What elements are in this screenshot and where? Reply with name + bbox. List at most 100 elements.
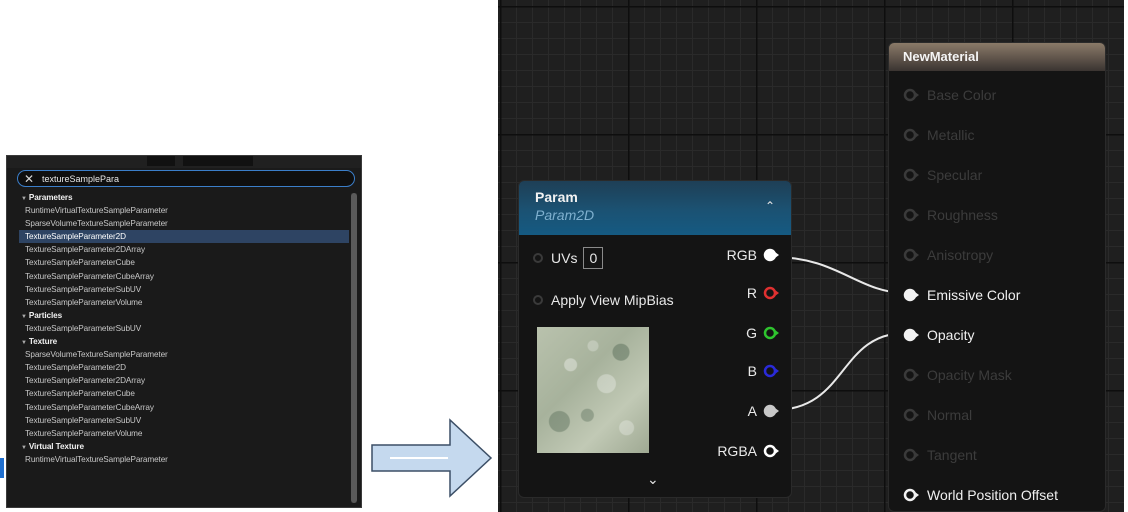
input-pin-icon[interactable] [903, 168, 921, 182]
material-input-emissive-color[interactable]: Emissive Color [903, 287, 1020, 303]
material-input-specular[interactable]: Specular [903, 167, 982, 183]
apply-mip-input-row: Apply View MipBias [533, 292, 674, 308]
collapse-chevron-icon[interactable]: ⌃ [765, 199, 775, 213]
material-input-world-position-offset[interactable]: World Position Offset [903, 487, 1058, 503]
material-input-base-color[interactable]: Base Color [903, 87, 996, 103]
uvs-value-field[interactable]: 0 [583, 247, 604, 269]
list-item[interactable]: TextureSampleParameterSubUV [19, 414, 349, 427]
output-pin-icon[interactable] [763, 404, 779, 418]
texture-param-node[interactable]: Param Param2D ⌃ UVs 0 Apply View MipBias… [518, 180, 792, 498]
list-item-label: TextureSampleParameterVolume [25, 428, 143, 438]
uvs-pin-icon[interactable] [533, 253, 543, 263]
material-input-opacity[interactable]: Opacity [903, 327, 974, 343]
category-expand-icon[interactable]: ▼ [21, 445, 27, 451]
output-pin-icon[interactable] [763, 444, 779, 458]
viewport-blue-marker [0, 458, 4, 478]
material-input-label: Anisotropy [927, 247, 994, 263]
input-pin-icon[interactable] [903, 488, 921, 502]
input-pin-icon[interactable] [903, 328, 921, 342]
list-category-header[interactable]: ▼ Parameters [19, 191, 349, 204]
material-input-label: Specular [927, 167, 983, 183]
list-item[interactable]: TextureSampleParameter2DArray [19, 243, 349, 256]
material-input-label: Normal [927, 407, 973, 423]
input-pin-icon[interactable] [903, 408, 921, 422]
material-input-label: Opacity Mask [927, 367, 1012, 383]
apply-mip-label: Apply View MipBias [551, 292, 674, 308]
clear-search-icon[interactable]: ✕ [24, 173, 36, 185]
list-item[interactable]: TextureSampleParameterCube [19, 256, 349, 269]
material-input-normal[interactable]: Normal [903, 407, 972, 423]
input-pin-icon[interactable] [903, 368, 921, 382]
material-result-node[interactable]: NewMaterial Base Color Metallic Specular Ro… [888, 42, 1106, 512]
list-item-label: TextureSampleParameterCube [25, 389, 135, 399]
input-pin-icon[interactable] [903, 88, 921, 102]
param-node-header[interactable]: Param Param2D ⌃ [519, 181, 791, 235]
list-item-label: SparseVolumeTextureSampleParameter [25, 350, 168, 360]
texture-preview-thumbnail [537, 327, 649, 453]
wire-a-to-opacity [773, 332, 907, 411]
list-item-label: Virtual Texture [28, 441, 84, 451]
material-input-label: Emissive Color [927, 287, 1021, 303]
list-item-label: SparseVolumeTextureSampleParameter [25, 219, 168, 229]
list-item[interactable]: TextureSampleParameterCubeArray [19, 270, 349, 283]
input-pin-icon[interactable] [903, 128, 921, 142]
output-pin-label: A [747, 403, 757, 419]
material-input-tangent[interactable]: Tangent [903, 447, 977, 463]
list-item[interactable]: TextureSampleParameterVolume [19, 427, 349, 440]
category-expand-icon[interactable]: ▼ [21, 314, 27, 320]
list-item[interactable]: TextureSampleParameterVolume [19, 296, 349, 309]
list-category-header[interactable]: ▼ Virtual Texture [19, 440, 349, 453]
output-pin-label: RGB [726, 247, 757, 263]
list-item-label: TextureSampleParameterSubUV [25, 415, 142, 425]
output-pin-rgb: RGB [727, 247, 779, 263]
output-pin-icon[interactable] [763, 364, 779, 378]
search-input[interactable]: ✕ textureSamplePara [17, 170, 355, 187]
action-list: ▼ Parameters RuntimeVirtualTextureSamplePa… [19, 191, 349, 507]
input-pin-icon[interactable] [903, 288, 921, 302]
apply-mip-pin-icon[interactable] [533, 295, 543, 305]
output-pin-icon[interactable] [763, 286, 779, 300]
material-graph-canvas[interactable]: Param Param2D ⌃ UVs 0 Apply View MipBias… [498, 0, 1124, 512]
list-item-label: TextureSampleParameter2D [25, 363, 126, 373]
material-input-label: Metallic [927, 127, 975, 143]
input-pin-icon[interactable] [903, 448, 921, 462]
list-item[interactable]: SparseVolumeTextureSampleParameter [19, 348, 349, 361]
search-query-text: textureSamplePara [42, 173, 120, 184]
material-input-metallic[interactable]: Metallic [903, 127, 974, 143]
category-expand-icon[interactable]: ▼ [21, 196, 27, 202]
list-item-label: TextureSampleParameter2D [25, 232, 126, 242]
list-item-label: TextureSampleParameter2DArray [25, 245, 145, 255]
panel-top-strip [7, 156, 361, 168]
list-item-label: Parameters [28, 193, 73, 202]
expand-chevron-icon[interactable]: ⌄ [647, 471, 659, 488]
category-expand-icon[interactable]: ▼ [21, 340, 27, 346]
input-pin-icon[interactable] [903, 208, 921, 222]
list-item[interactable]: TextureSampleParameterCube [19, 387, 349, 400]
material-input-opacity-mask[interactable]: Opacity Mask [903, 367, 1012, 383]
list-item[interactable]: TextureSampleParameter2D [19, 230, 349, 244]
list-item[interactable]: TextureSampleParameter2DArray [19, 374, 349, 387]
output-pin-label: R [746, 285, 757, 301]
list-item[interactable]: RuntimeVirtualTextureSampleParameter [19, 204, 349, 217]
list-item-label: TextureSampleParameter2DArray [25, 376, 145, 386]
param-node-title: Param [535, 189, 578, 205]
output-pin-icon[interactable] [763, 248, 779, 262]
list-item[interactable]: TextureSampleParameterSubUV [19, 322, 349, 335]
list-category-header[interactable]: ▼ Texture [19, 335, 349, 348]
output-pin-icon[interactable] [763, 326, 779, 340]
list-item-label: TextureSampleParameterCube [25, 258, 135, 268]
list-item-label: Particles [28, 310, 63, 320]
scrollbar[interactable] [351, 193, 357, 503]
material-input-anisotropy[interactable]: Anisotropy [903, 247, 993, 263]
input-pin-icon[interactable] [903, 248, 921, 262]
list-item-label: TextureSampleParameterVolume [25, 297, 143, 307]
material-input-label: Roughness [927, 207, 998, 223]
scrollbar-thumb[interactable] [351, 193, 357, 503]
list-item[interactable]: TextureSampleParameterCubeArray [19, 401, 349, 414]
list-category-header[interactable]: ▼ Particles [19, 309, 349, 322]
list-item[interactable]: RuntimeVirtualTextureSampleParameter [19, 453, 349, 466]
list-item[interactable]: SparseVolumeTextureSampleParameter [19, 217, 349, 230]
list-item[interactable]: TextureSampleParameterSubUV [19, 283, 349, 296]
material-input-roughness[interactable]: Roughness [903, 207, 998, 223]
list-item[interactable]: TextureSampleParameter2D [19, 361, 349, 374]
